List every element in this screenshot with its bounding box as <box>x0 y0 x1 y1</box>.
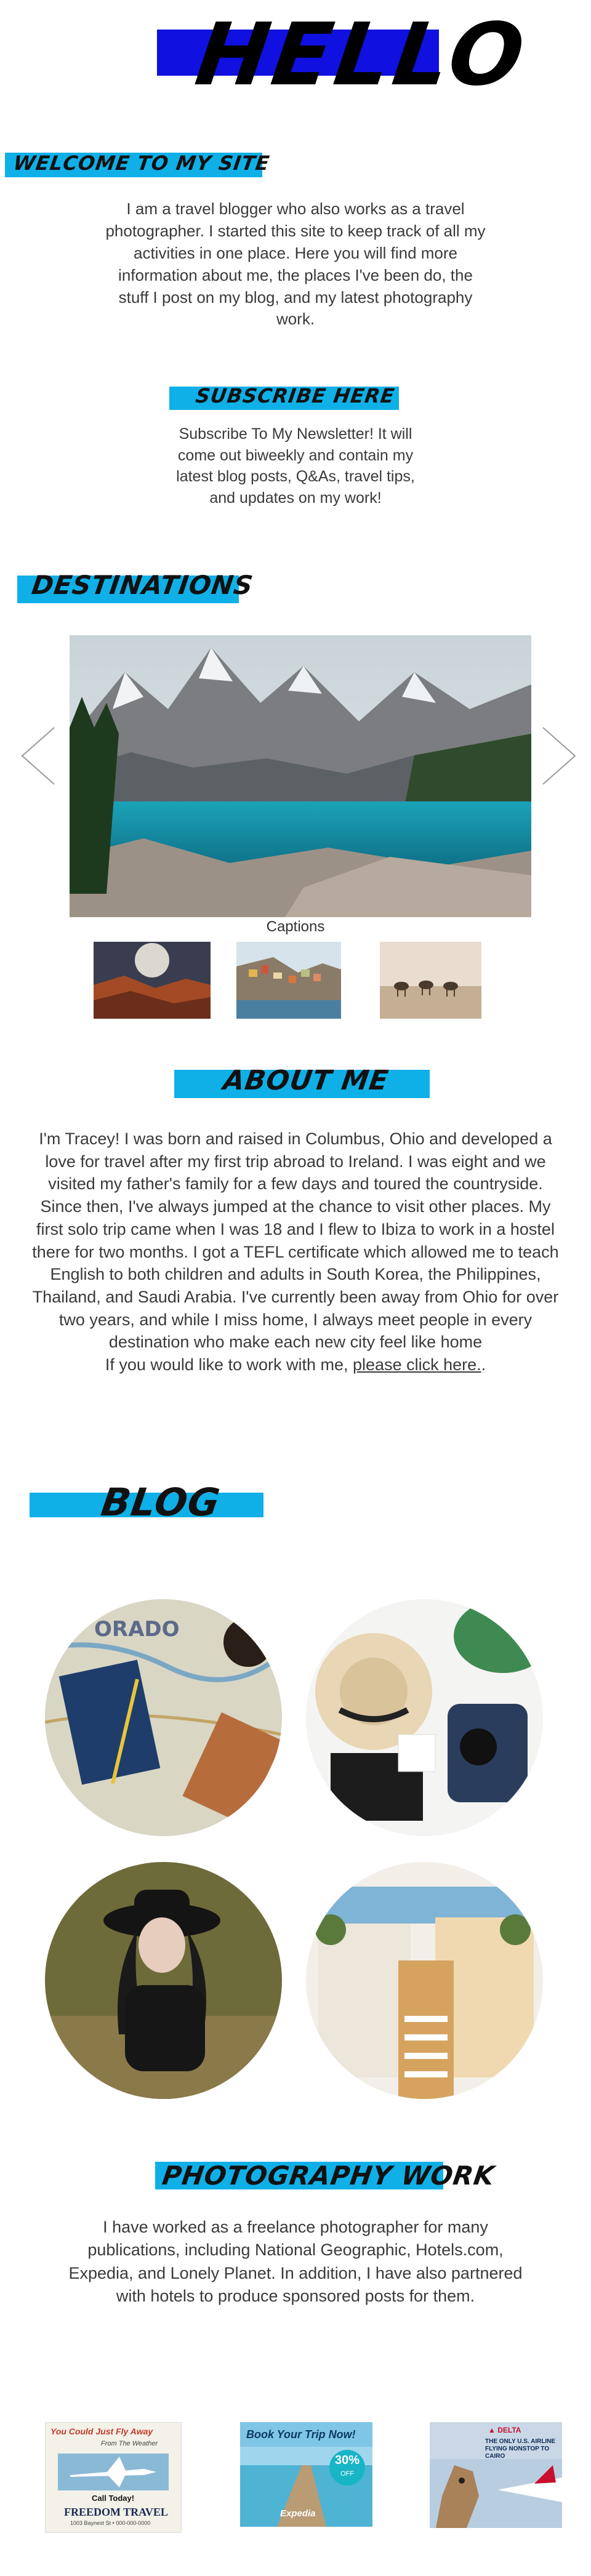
about-work-prefix: If you would like to work with me, <box>105 1355 353 1374</box>
welcome-heading: WELCOME TO MY SITE <box>12 151 271 175</box>
slideshow-next-arrow[interactable] <box>541 725 579 787</box>
chevron-right-icon <box>542 727 576 785</box>
destinations-heading: DESTINATIONS <box>30 570 255 600</box>
subscribe-heading: SUBSCRIBE HERE <box>194 384 396 407</box>
ad3-text: THE ONLY U.S. AIRLINE FLYING NONSTOP TO … <box>485 2438 556 2460</box>
blog-post-map[interactable]: ORADO <box>45 1599 282 1836</box>
slideshow-thumb-cliff-village[interactable] <box>236 942 341 1019</box>
about-text: I'm Tracey! I was born and raised in Col… <box>28 1128 563 1376</box>
ad1-call: Call Today! <box>92 2494 135 2503</box>
ad1-address: 1003 Baynest St • 000-000-0000 <box>70 2520 151 2526</box>
about-work-suffix: . <box>481 1355 486 1374</box>
slideshow-thumb-desert-camels[interactable] <box>380 942 481 1019</box>
blog-heading: BLOG <box>98 1480 223 1525</box>
about-body: I'm Tracey! I was born and raised in Col… <box>32 1130 559 1352</box>
ad-expedia[interactable]: Book Your Trip Now! 30% OFF Expedia <box>240 2422 372 2527</box>
blog-post-portrait[interactable] <box>45 1862 282 2099</box>
about-heading: ABOUT ME <box>221 1065 391 1096</box>
ad3-brand: ▲ DELTA <box>488 2426 521 2434</box>
ad2-title: Book Your Trip Now! <box>246 2428 356 2441</box>
airplane-icon <box>58 2454 169 2490</box>
slideshow-main-image[interactable] <box>70 635 531 917</box>
slideshow-thumb-canyon[interactable] <box>94 942 211 1019</box>
ad1-headline: You Could Just Fly Away <box>50 2426 153 2436</box>
camel-image <box>430 2459 562 2528</box>
ad2-brand: Expedia <box>280 2508 316 2519</box>
ad1-subline: From The Weather <box>101 2440 158 2447</box>
blog-post-packing[interactable] <box>306 1599 543 1836</box>
page-title: HELLO <box>190 5 534 105</box>
photography-heading: PHOTOGRAPHY WORK <box>160 2161 497 2191</box>
svg-text:ORADO: ORADO <box>94 1617 180 1642</box>
work-with-me-link[interactable]: please click here. <box>353 1355 481 1374</box>
photography-text: I have worked as a freelance photographe… <box>68 2218 523 2305</box>
ad2-badge-sub: OFF <box>340 2470 354 2478</box>
welcome-text: I am a travel blogger who also works as … <box>105 199 486 329</box>
ad1-brand: FREEDOM TRAVEL <box>64 2506 168 2518</box>
ad-freedom-travel[interactable]: You Could Just Fly Away From The Weather… <box>45 2422 182 2533</box>
ad2-badge-value: 30% <box>334 2454 360 2467</box>
ad-delta[interactable]: ▲ DELTA THE ONLY U.S. AIRLINE FLYING NON… <box>430 2422 562 2528</box>
ad2-discount-badge: 30% OFF <box>329 2450 365 2486</box>
blog-post-santorini[interactable] <box>306 1862 543 2099</box>
slideshow-caption: Captions <box>266 918 325 935</box>
chevron-left-icon <box>21 727 55 785</box>
slideshow-prev-arrow[interactable] <box>18 725 57 787</box>
subscribe-text[interactable]: Subscribe To My Newsletter! It will come… <box>171 423 420 508</box>
